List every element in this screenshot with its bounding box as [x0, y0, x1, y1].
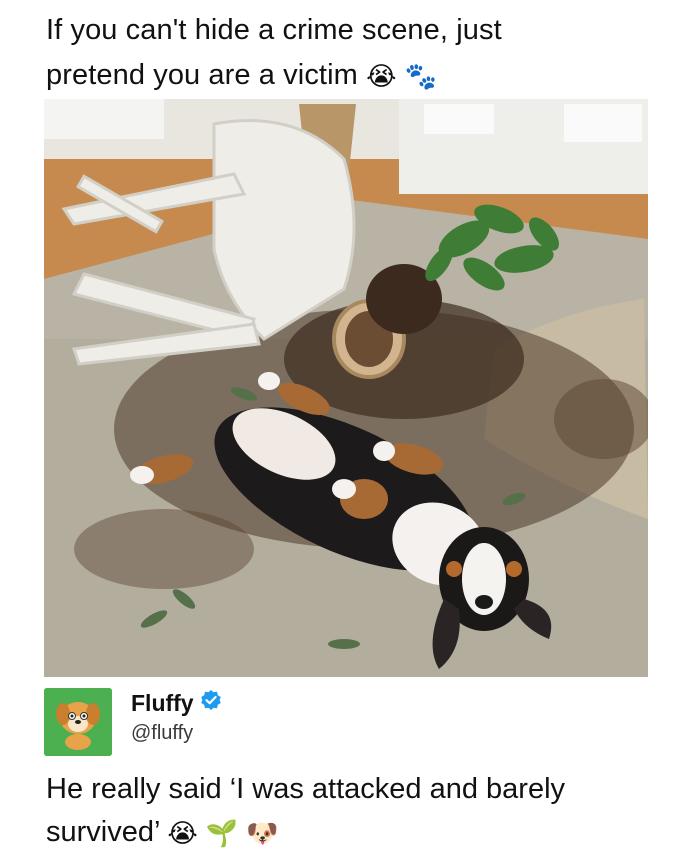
- crying-face-icon: 😭: [167, 817, 198, 848]
- caption-line-1: If you can't hide a crime scene, just: [46, 14, 502, 46]
- reply-line-1: He really said ‘I was attacked and barel…: [46, 773, 566, 805]
- post-caption: If you can't hide a crime scene, just pr…: [46, 8, 666, 99]
- reply-author[interactable]: Fluffy @fluffy: [44, 688, 664, 758]
- verified-badge-icon: [200, 688, 222, 718]
- author-name[interactable]: Fluffy: [131, 690, 194, 716]
- caption-line-2: pretend you are a victim: [46, 59, 358, 91]
- crying-face-icon: 😭: [366, 60, 397, 91]
- seedling-icon: 🌱: [205, 817, 239, 848]
- author-name-row[interactable]: Fluffy: [131, 688, 222, 718]
- crime-scene-illustration: [44, 99, 648, 677]
- paw-prints-icon: 🐾: [404, 60, 438, 91]
- dog-avatar-icon: [44, 688, 112, 756]
- reply-text: He really said ‘I was attacked and barel…: [46, 768, 666, 855]
- dog-face-icon: 🐶: [246, 817, 279, 848]
- avatar[interactable]: [44, 688, 112, 756]
- post-photo[interactable]: [44, 99, 648, 677]
- reply-line-2: survived’: [46, 816, 160, 848]
- author-handle[interactable]: @fluffy: [131, 719, 193, 747]
